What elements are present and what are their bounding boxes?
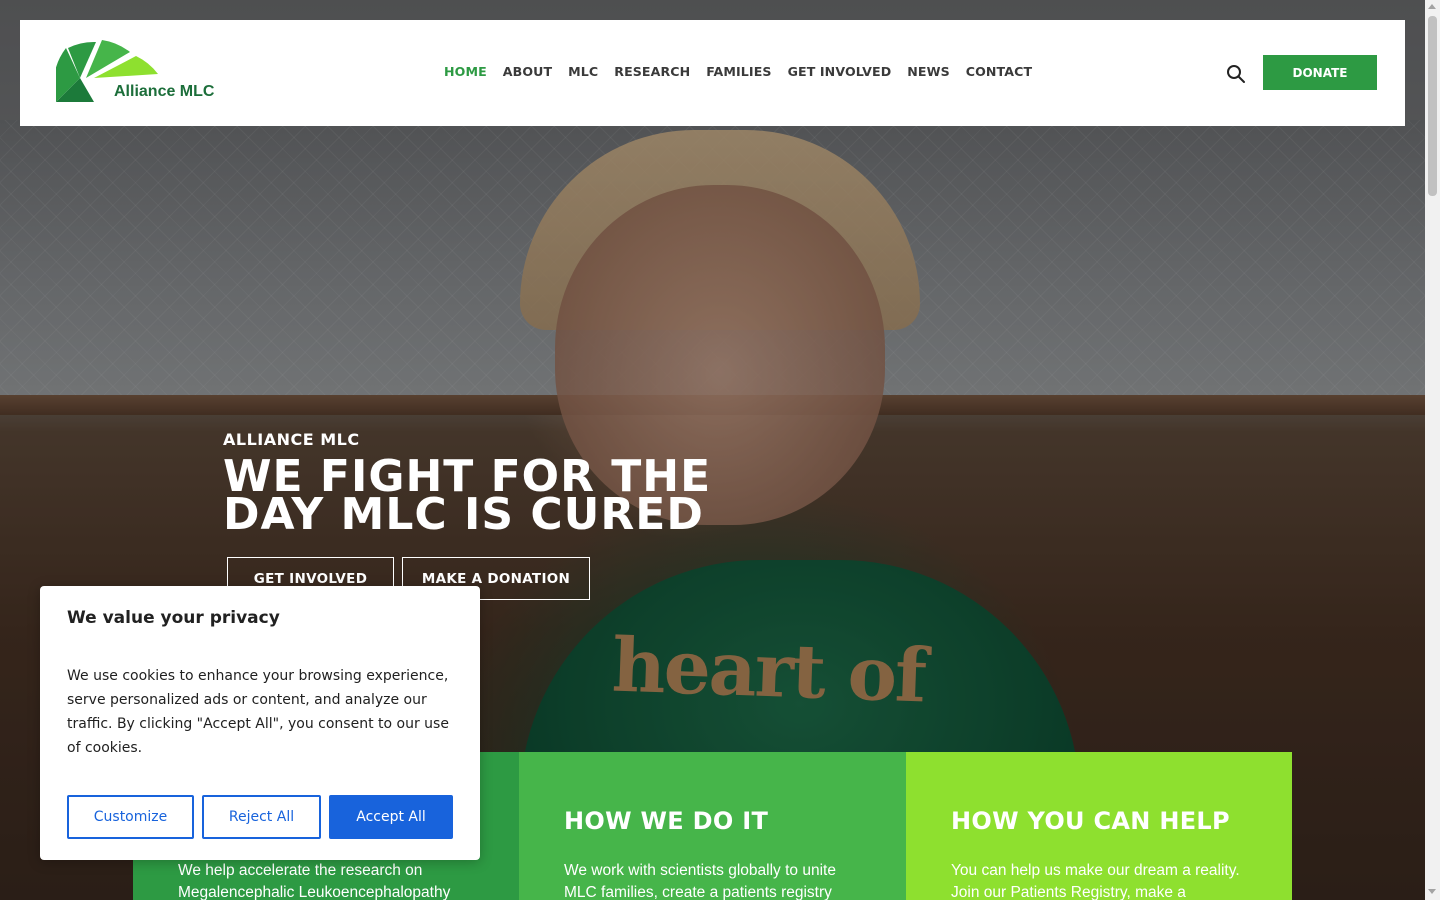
cookie-title: We value your privacy — [67, 608, 280, 628]
nav-home[interactable]: HOME — [444, 64, 487, 79]
main-nav: HOME ABOUT MLC RESEARCH FAMILIES GET INV… — [444, 64, 1032, 79]
card-title: HOW WE DO IT — [564, 807, 769, 835]
nav-mlc[interactable]: MLC — [568, 64, 598, 79]
site-logo[interactable]: Alliance MLC — [53, 38, 226, 106]
nav-get-involved[interactable]: GET INVOLVED — [788, 64, 892, 79]
card-how-we-do-it: HOW WE DO IT We work with scientists glo… — [519, 752, 906, 900]
cookie-accept-button[interactable]: Accept All — [329, 795, 453, 839]
card-title: HOW YOU CAN HELP — [951, 807, 1230, 835]
search-icon[interactable] — [1226, 64, 1246, 84]
card-how-you-can-help: HOW YOU CAN HELP You can help us make ou… — [906, 752, 1292, 900]
cookie-consent-banner: We value your privacy We use cookies to … — [40, 586, 480, 860]
card-text: We work with scientists globally to unit… — [564, 862, 836, 900]
site-header: Alliance MLC HOME ABOUT MLC RESEARCH FAM… — [20, 20, 1405, 126]
cookie-customize-button[interactable]: Customize — [67, 795, 194, 839]
scroll-down-arrow-icon[interactable] — [1428, 889, 1436, 894]
cookie-body: We use cookies to enhance your browsing … — [67, 668, 449, 756]
nav-about[interactable]: ABOUT — [503, 64, 552, 79]
scrollbar-thumb[interactable] — [1428, 16, 1437, 196]
scroll-up-arrow-icon[interactable] — [1428, 4, 1436, 9]
donate-button[interactable]: DONATE — [1263, 55, 1377, 90]
nav-news[interactable]: NEWS — [907, 64, 950, 79]
logo-text: Alliance MLC — [114, 83, 215, 100]
cookie-reject-button[interactable]: Reject All — [202, 795, 321, 839]
card-text: We help accelerate the research on Megal… — [178, 862, 451, 900]
card-text: You can help us make our dream a reality… — [951, 862, 1240, 900]
nav-families[interactable]: FAMILIES — [706, 64, 771, 79]
hero-eyebrow: ALLIANCE MLC — [223, 430, 360, 449]
hero-title: WE FIGHT FOR THE DAY MLC IS CURED — [223, 455, 743, 537]
hero-title-line2: DAY MLC IS CURED — [223, 489, 704, 540]
nav-research[interactable]: RESEARCH — [614, 64, 690, 79]
nav-contact[interactable]: CONTACT — [966, 64, 1032, 79]
